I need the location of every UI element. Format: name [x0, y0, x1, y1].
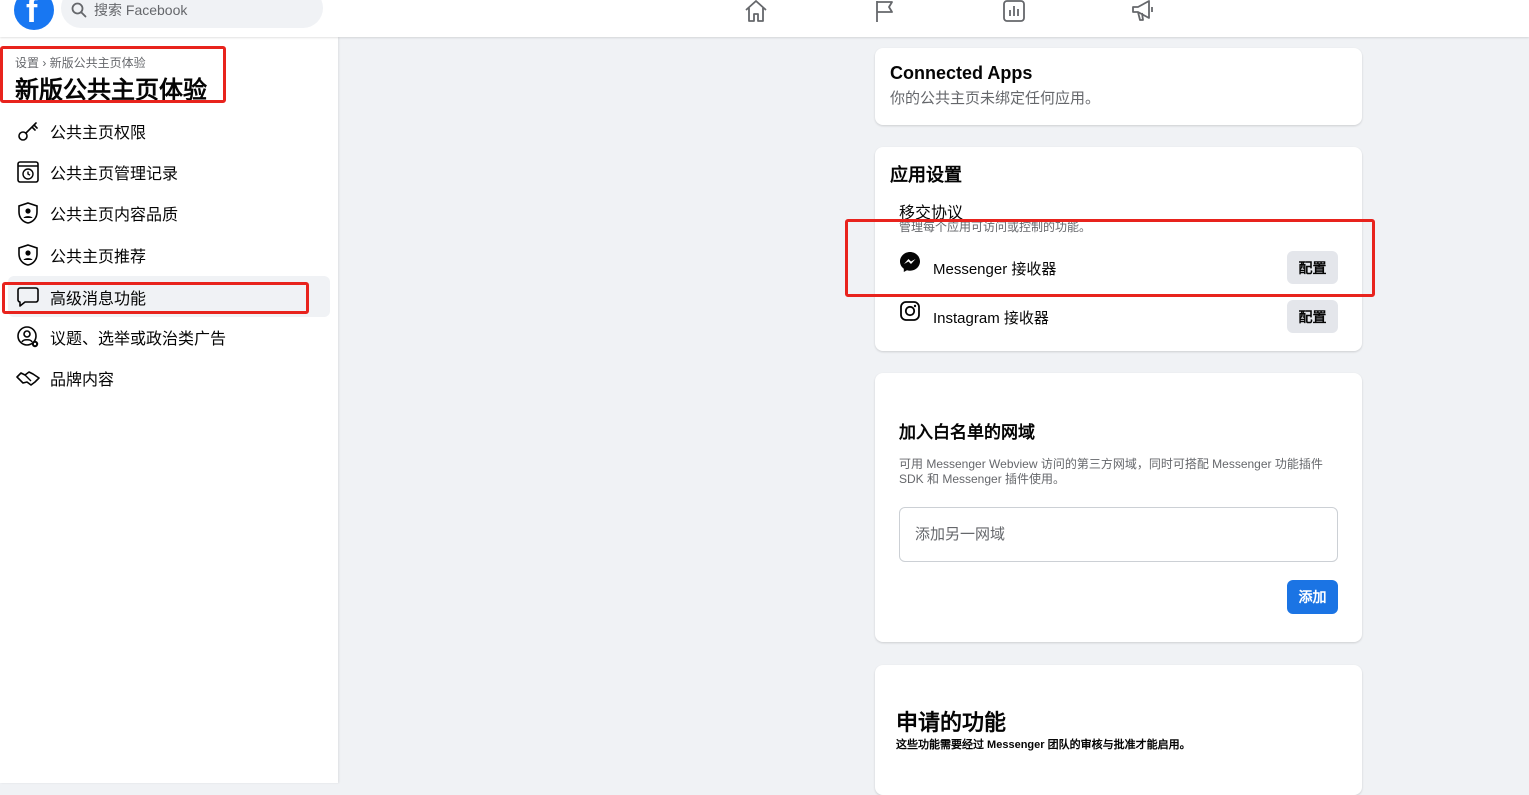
sidebar-item-page-permissions[interactable]: 公共主页权限 [8, 110, 330, 151]
instagram-receiver-label: Instagram 接收器 [933, 310, 1049, 327]
shield-person-icon [16, 201, 40, 225]
sidebar-item-page-history[interactable]: 公共主页管理记录 [8, 151, 330, 192]
configure-messenger-button[interactable]: 配置 [1287, 251, 1338, 284]
handshake-icon [16, 366, 40, 390]
requested-features-desc: 这些功能需要经过 Messenger 团队的审核与批准才能启用。 [896, 739, 1191, 751]
whitelisted-domains-card: 加入白名单的网域 可用 Messenger Webview 访问的第三方网域，同… [875, 373, 1362, 642]
app-settings-card: 应用设置 移交协议 管理每个应用可访问或控制的功能。 Messenger 接收器… [875, 147, 1362, 351]
sidebar-item-label: 议题、选举或政治类广告 [50, 330, 227, 348]
sidebar-item-political-ads[interactable]: 议题、选举或政治类广告 [8, 316, 330, 357]
breadcrumb[interactable]: 设置 › 新版公共主页体验 [15, 54, 146, 71]
settings-sidebar: 设置 › 新版公共主页体验 新版公共主页体验 公共主页权限 公共主页管理记录 公… [0, 37, 338, 783]
instagram-icon [899, 300, 921, 322]
connected-apps-subtitle: 你的公共主页未绑定任何应用。 [890, 90, 1101, 107]
top-navigation-bar: f [0, 0, 1529, 37]
requested-features-title: 申请的功能 [896, 710, 1007, 735]
person-gear-icon [16, 325, 40, 349]
domain-input[interactable] [899, 507, 1338, 562]
handover-protocol-desc: 管理每个应用可访问或控制的功能。 [899, 220, 1092, 234]
search-box[interactable] [61, 0, 323, 28]
sidebar-item-label: 品牌内容 [50, 371, 115, 389]
app-settings-title: 应用设置 [890, 165, 962, 185]
sidebar-item-page-recommendations[interactable]: 公共主页推荐 [8, 234, 330, 275]
megaphone-icon[interactable] [1130, 0, 1156, 24]
facebook-logo-letter: f [26, 0, 38, 30]
chart-icon[interactable] [1001, 0, 1027, 24]
sidebar-item-label: 公共主页推荐 [50, 248, 147, 266]
whitelisted-domains-desc-line2: SDK 和 Messenger 插件使用。 [899, 472, 1066, 486]
configure-instagram-button[interactable]: 配置 [1287, 300, 1338, 333]
search-icon [71, 2, 87, 18]
sidebar-item-page-quality[interactable]: 公共主页内容品质 [8, 192, 330, 233]
history-icon [16, 160, 40, 184]
facebook-logo[interactable]: f [14, 0, 54, 30]
messenger-icon [899, 251, 921, 273]
sidebar-item-label: 高级消息功能 [50, 290, 147, 308]
connected-apps-title: Connected Apps [890, 63, 1033, 83]
messenger-receiver-label: Messenger 接收器 [933, 261, 1057, 278]
requested-features-card: 申请的功能 这些功能需要经过 Messenger 团队的审核与批准才能启用。 [875, 665, 1362, 795]
search-input[interactable] [94, 2, 294, 18]
add-domain-button[interactable]: 添加 [1287, 580, 1338, 614]
sidebar-item-branded-content[interactable]: 品牌内容 [8, 357, 330, 398]
key-icon [16, 119, 40, 143]
whitelisted-domains-title: 加入白名单的网域 [899, 423, 1035, 442]
sidebar-item-label: 公共主页内容品质 [50, 206, 179, 224]
connected-apps-card: Connected Apps 你的公共主页未绑定任何应用。 [875, 48, 1362, 125]
sidebar-item-label: 公共主页权限 [50, 124, 147, 142]
flag-icon[interactable] [872, 0, 898, 24]
chat-bubble-icon [16, 285, 40, 309]
page-title: 新版公共主页体验 [15, 77, 207, 104]
sidebar-item-label: 公共主页管理记录 [50, 165, 179, 183]
home-icon[interactable] [743, 0, 769, 24]
whitelisted-domains-desc-line1: 可用 Messenger Webview 访问的第三方网域，同时可搭配 Mess… [899, 457, 1323, 471]
sidebar-item-advanced-messaging[interactable]: 高级消息功能 [8, 276, 330, 317]
shield-person-icon [16, 243, 40, 267]
